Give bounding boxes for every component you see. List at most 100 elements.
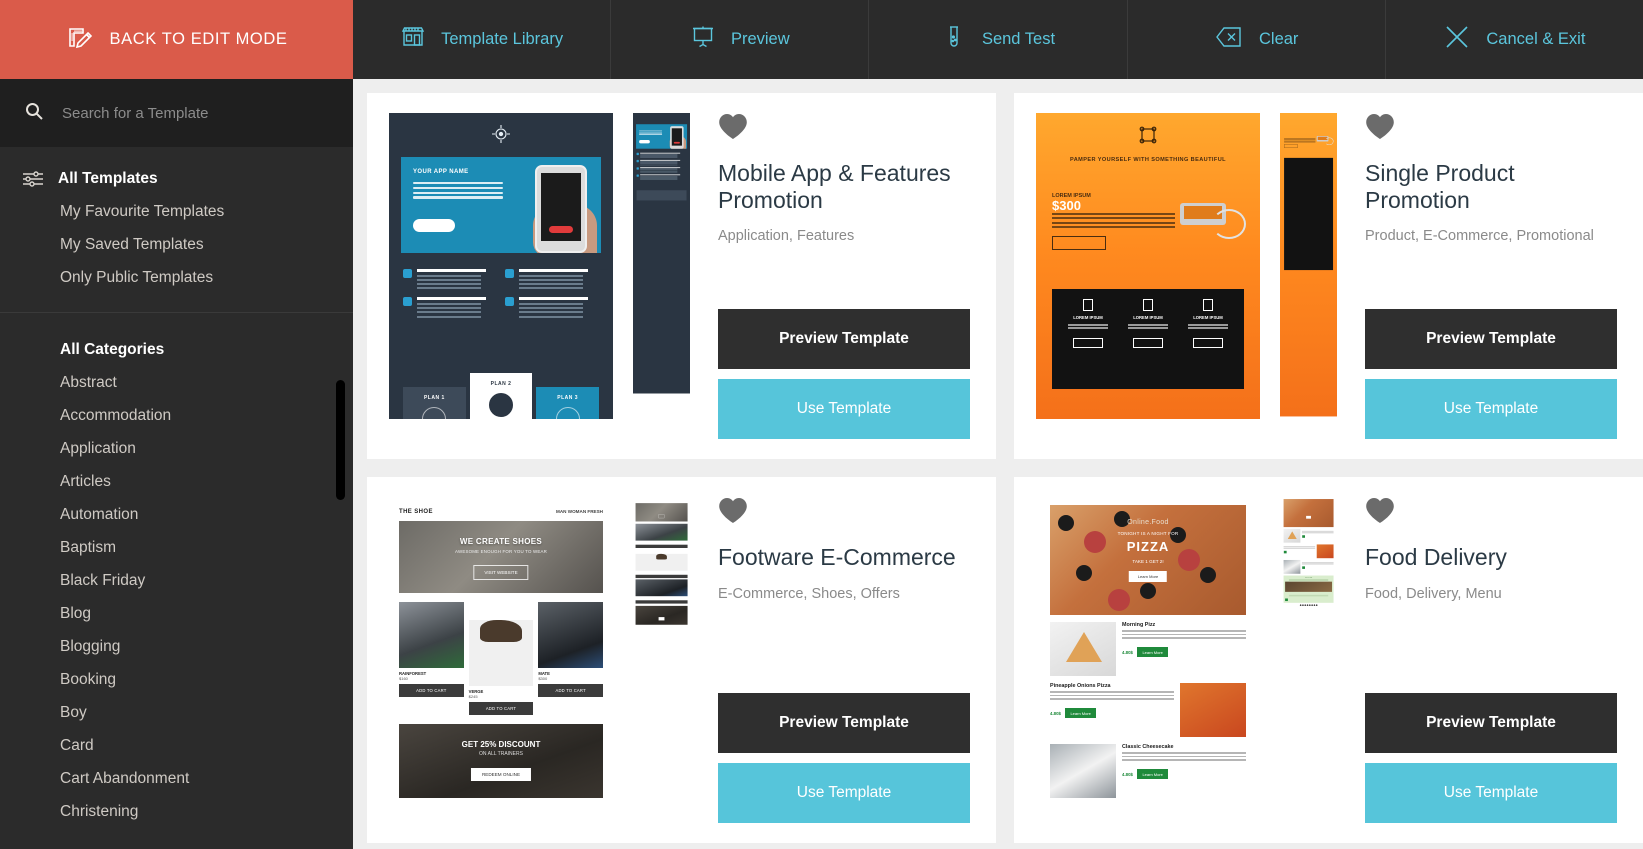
- sidebar-item-label: My Favourite Templates: [60, 202, 225, 220]
- heart-icon[interactable]: [718, 113, 748, 140]
- thumb-plan-label: PLAN 3: [557, 395, 579, 401]
- sidebar-item-only-public-templates[interactable]: Only Public Templates: [0, 261, 353, 294]
- use-template-button[interactable]: Use Template: [1365, 379, 1617, 439]
- thumb-read-more-button: [413, 219, 455, 232]
- sidebar-item-label: Cart Abandonment: [60, 769, 190, 787]
- heart-icon[interactable]: [1365, 113, 1395, 140]
- thumb-hero-cta: VISIT WEBSITE: [473, 565, 529, 580]
- thumb-brand: THE SHOE: [399, 509, 433, 515]
- preview-template-button[interactable]: Preview Template: [1365, 309, 1617, 369]
- thumb-product-price: $300: [538, 676, 548, 681]
- sliders-icon: [22, 170, 44, 188]
- toolbar-label: Preview: [730, 30, 790, 48]
- use-template-button[interactable]: Use Template: [1365, 763, 1617, 823]
- thumb-product: VERGE $245 ADD TO CART: [468, 602, 534, 715]
- thumb-plan-label: PLAN 1: [423, 395, 445, 401]
- bolt-feature-icon: [505, 297, 514, 307]
- sidebar-item-application[interactable]: Application: [0, 432, 353, 465]
- template-thumbnail-large[interactable]: YOUR APP NAME PLAN 1 PLAN 2 PLAN 3: [389, 113, 613, 419]
- sidebar-scrollbar-thumb[interactable]: [336, 380, 345, 500]
- toolbar-label: Template Library: [441, 30, 564, 48]
- sidebar-item-label: Abstract: [60, 373, 117, 391]
- sidebar-item-label: Application: [60, 439, 136, 457]
- sidebar-item-black-friday[interactable]: Black Friday: [0, 564, 353, 597]
- sidebar-item-card[interactable]: Card: [0, 729, 353, 762]
- preview-template-button[interactable]: Preview Template: [718, 693, 970, 753]
- template-thumbnail-large[interactable]: PAMPER YOURSELF WITH SOMETHING BEAUTIFUL…: [1036, 113, 1260, 419]
- toolbar-cancel-exit-button[interactable]: Cancel & Exit: [1386, 0, 1643, 79]
- sidebar-item-abstract[interactable]: Abstract: [0, 366, 353, 399]
- template-card[interactable]: Online.Food TONIGHT IS A NIGHT FOR PIZZA…: [1014, 477, 1643, 843]
- template-card-info: Footware E-Commerce E-Commerce, Shoes, O…: [690, 497, 996, 823]
- thumb-feature-item: [403, 297, 497, 319]
- template-card[interactable]: PAMPER YOURSELF WITH SOMETHING BEAUTIFUL…: [1014, 93, 1643, 459]
- template-thumbnail-small[interactable]: Free For Day: [1280, 497, 1337, 803]
- sidebar-item-label: Boy: [60, 703, 87, 721]
- template-thumbnail-small[interactable]: [633, 113, 690, 419]
- column-icon: [1203, 299, 1213, 311]
- search-icon: [24, 101, 44, 126]
- template-card[interactable]: YOUR APP NAME PLAN 1 PLAN 2 PLAN 3 Mobil…: [367, 93, 996, 459]
- thumb-app-name: YOUR APP NAME: [413, 169, 469, 175]
- sidebar-item-blog[interactable]: Blog: [0, 597, 353, 630]
- ruler-pencil-icon: [66, 25, 96, 55]
- heart-icon[interactable]: [718, 497, 748, 524]
- heart-icon[interactable]: [1365, 497, 1395, 524]
- thumb-product: MATE $300 ADD TO CART: [538, 602, 603, 715]
- search-bar[interactable]: [0, 79, 353, 148]
- toolbar-preview-button[interactable]: Preview: [611, 0, 870, 79]
- sidebar-item-boy[interactable]: Boy: [0, 696, 353, 729]
- sidebar-item-all-categories[interactable]: All Categories: [0, 333, 353, 366]
- template-thumbnail-large[interactable]: Online.Food TONIGHT IS A NIGHT FOR PIZZA…: [1036, 497, 1260, 803]
- thumb-hero-sub: AWESOME ENOUGH FOR YOU TO WEAR: [455, 549, 547, 554]
- template-title: Mobile App & Features Promotion: [718, 160, 951, 213]
- thumb-feature-item: [505, 297, 599, 319]
- thumb-item-name: Classic Cheesecake: [1122, 744, 1174, 750]
- template-card-info: Food Delivery Food, Delivery, Menu Previ…: [1337, 497, 1643, 823]
- template-card[interactable]: THE SHOE MAN WOMAN FRESH WE CREATE SHOES…: [367, 477, 996, 843]
- thumb-item-cta: Learn More: [1137, 647, 1168, 658]
- sidebar-item-all-templates[interactable]: All Templates: [0, 162, 353, 195]
- toolbar-clear-button[interactable]: Clear: [1128, 0, 1386, 79]
- toolbar: Template Library Preview Send Test Clear…: [353, 0, 1643, 79]
- clear-x-icon: [1214, 24, 1244, 55]
- thumb-view-product-button: [1052, 235, 1106, 250]
- preview-template-button[interactable]: Preview Template: [1365, 693, 1617, 753]
- thumb-menu-item: Pineapple Onions Pizza 4.80$ Learn More: [1050, 683, 1246, 737]
- toolbar-send-test-button[interactable]: Send Test: [869, 0, 1128, 79]
- thumb-hero-line2: TAKE 1 GET 2!: [1132, 559, 1164, 564]
- back-to-edit-mode-button[interactable]: BACK TO EDIT MODE: [0, 0, 353, 79]
- toolbar-label: Send Test: [981, 30, 1056, 48]
- sidebar-item-blogging[interactable]: Blogging: [0, 630, 353, 663]
- sidebar-item-baptism[interactable]: Baptism: [0, 531, 353, 564]
- search-input[interactable]: [62, 104, 302, 122]
- thumb-tagline: PAMPER YOURSELF WITH SOMETHING BEAUTIFUL: [1070, 157, 1226, 163]
- library-store-icon: [400, 24, 426, 55]
- use-template-button[interactable]: Use Template: [718, 763, 970, 823]
- template-thumbnail-large[interactable]: THE SHOE MAN WOMAN FRESH WE CREATE SHOES…: [389, 497, 613, 803]
- sidebar-item-automation[interactable]: Automation: [0, 498, 353, 531]
- sidebar-item-my-favourite-templates[interactable]: My Favourite Templates: [0, 195, 353, 228]
- thumb-hero-title: WE CREATE SHOES: [459, 537, 543, 546]
- preview-template-button[interactable]: Preview Template: [718, 309, 970, 369]
- sidebar-item-label: My Saved Templates: [60, 235, 204, 253]
- template-thumbnail-small[interactable]: [1280, 113, 1337, 419]
- template-thumbnail-small[interactable]: [633, 497, 690, 803]
- sidebar-item-articles[interactable]: Articles: [0, 465, 353, 498]
- thumb-feature-item: [505, 269, 599, 291]
- thumb-phone-image: [535, 165, 587, 253]
- thumb-item-name: Pineapple Onions Pizza: [1050, 683, 1111, 689]
- sidebar-item-cart-abandonment[interactable]: Cart Abandonment: [0, 762, 353, 795]
- thumb-add-to-cart: ADD TO CART: [538, 684, 603, 697]
- thumb-brand: Online.Food: [1127, 519, 1169, 526]
- sidebar-item-my-saved-templates[interactable]: My Saved Templates: [0, 228, 353, 261]
- column-icon: [1143, 299, 1153, 311]
- sidebar-item-accommodation[interactable]: Accommodation: [0, 399, 353, 432]
- toolbar-template-library-button[interactable]: Template Library: [353, 0, 612, 79]
- sidebar-item-christening[interactable]: Christening: [0, 795, 353, 828]
- sidebar-item-booking[interactable]: Booking: [0, 663, 353, 696]
- thumb-plan: PLAN 2: [469, 373, 533, 419]
- use-template-button[interactable]: Use Template: [718, 379, 970, 439]
- template-title: Single Product Promotion: [1365, 160, 1515, 213]
- test-tube-icon: [941, 24, 967, 55]
